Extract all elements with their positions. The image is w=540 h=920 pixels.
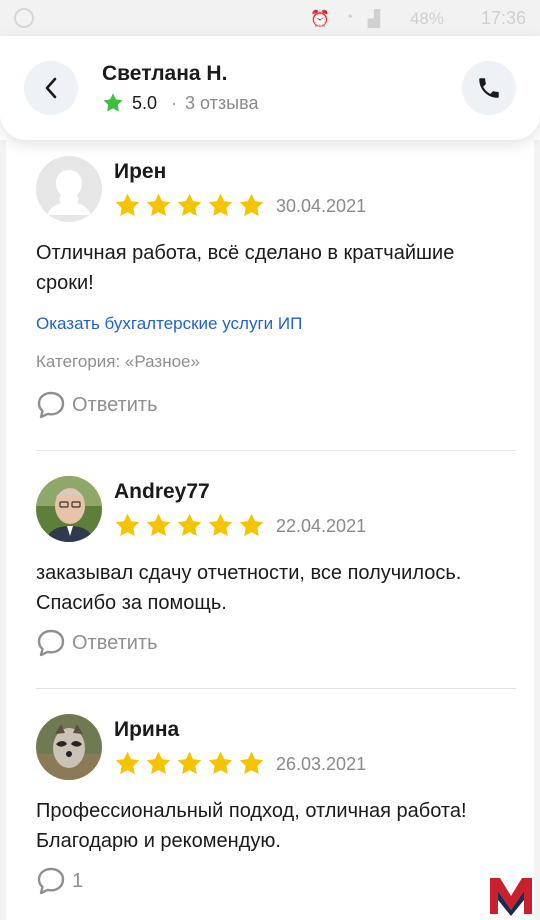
star-icon: [239, 193, 264, 216]
rating-summary: 5.0 · 3 отзыва: [102, 92, 258, 114]
star-icon: [239, 751, 264, 774]
call-button[interactable]: [462, 61, 516, 115]
reply-label: Ответить: [72, 631, 158, 654]
review-item: Ирина 26.03.2021 Профессиональный подход…: [30, 714, 516, 914]
profile-header: Светлана Н. 5.0 · 3 отзыва: [0, 36, 540, 140]
star-icon: [177, 513, 202, 536]
review-date: 22.04.2021: [276, 516, 367, 536]
review-stars: [114, 192, 265, 219]
status-icons: ⏰ ◔ ▟: [310, 9, 380, 29]
avatar: [36, 156, 102, 222]
status-app-icon: [14, 8, 34, 28]
task-link[interactable]: Оказать бухгалтерские услуги ИП: [36, 314, 302, 334]
divider: [36, 450, 516, 451]
reviews-count: 3 отзыва: [185, 92, 259, 113]
star-icon: [103, 93, 123, 112]
rating-separator: ·: [171, 92, 178, 113]
review-date: 30.04.2021: [276, 196, 367, 216]
star-icon: [177, 193, 202, 216]
review-item: Andrey77 22.04.2021 заказывал сдачу отче…: [30, 476, 516, 696]
star-icon: [146, 193, 171, 216]
divider: [36, 688, 516, 689]
alarm-icon: ⏰: [310, 11, 331, 28]
review-stars: [114, 512, 265, 539]
comments-button[interactable]: 1: [36, 866, 83, 896]
battery-level: 48%: [409, 9, 444, 28]
avatar: [36, 714, 102, 780]
review-author: Andrey77: [114, 480, 210, 503]
signal-icon: ▟: [367, 11, 380, 28]
comment-icon: [37, 867, 65, 895]
star-icon: [208, 751, 233, 774]
review-text: Профессиональный подход, отличная работа…: [36, 800, 467, 852]
star-icon: [239, 513, 264, 536]
review-author: Ирина: [114, 718, 180, 741]
wifi-icon: ◔: [344, 9, 354, 26]
review-text: Отличная работа, всё сделано в кратчайши…: [36, 242, 455, 294]
reply-button[interactable]: Ответить: [36, 390, 158, 420]
comments-count: 1: [72, 869, 84, 892]
review-date: 26.03.2021: [276, 754, 367, 774]
review-author: Ирен: [114, 160, 167, 183]
rating-value: 5.0: [132, 92, 158, 113]
star-icon: [115, 513, 140, 536]
back-button[interactable]: [24, 61, 78, 115]
star-icon: [177, 751, 202, 774]
star-icon: [115, 751, 140, 774]
review-category: Категория: «Разное»: [36, 352, 200, 371]
brand-logo: [490, 878, 532, 916]
star-icon: [115, 193, 140, 216]
phone-icon: [479, 78, 499, 98]
star-icon: [146, 513, 171, 536]
reviews-list[interactable]: Ирен 30.04.2021 Отличная работа, всё сде…: [0, 140, 540, 920]
avatar: [36, 476, 102, 542]
performer-name: Светлана Н.: [102, 62, 228, 85]
star-icon: [208, 193, 233, 216]
review-stars: [114, 750, 265, 777]
status-time: 17:36: [480, 8, 526, 28]
reply-label: Ответить: [72, 393, 158, 416]
reply-button[interactable]: Ответить: [36, 628, 158, 658]
review-text: заказывал сдачу отчетности, все получило…: [36, 562, 462, 614]
chevron-left-icon: [45, 77, 57, 99]
star-icon: [146, 751, 171, 774]
status-bar: ⏰ ◔ ▟ 48% 17:36: [0, 0, 540, 36]
comment-icon: [37, 629, 65, 657]
star-icon: [208, 513, 233, 536]
review-item: Ирен 30.04.2021 Отличная работа, всё сде…: [30, 156, 516, 451]
comment-icon: [37, 391, 65, 419]
